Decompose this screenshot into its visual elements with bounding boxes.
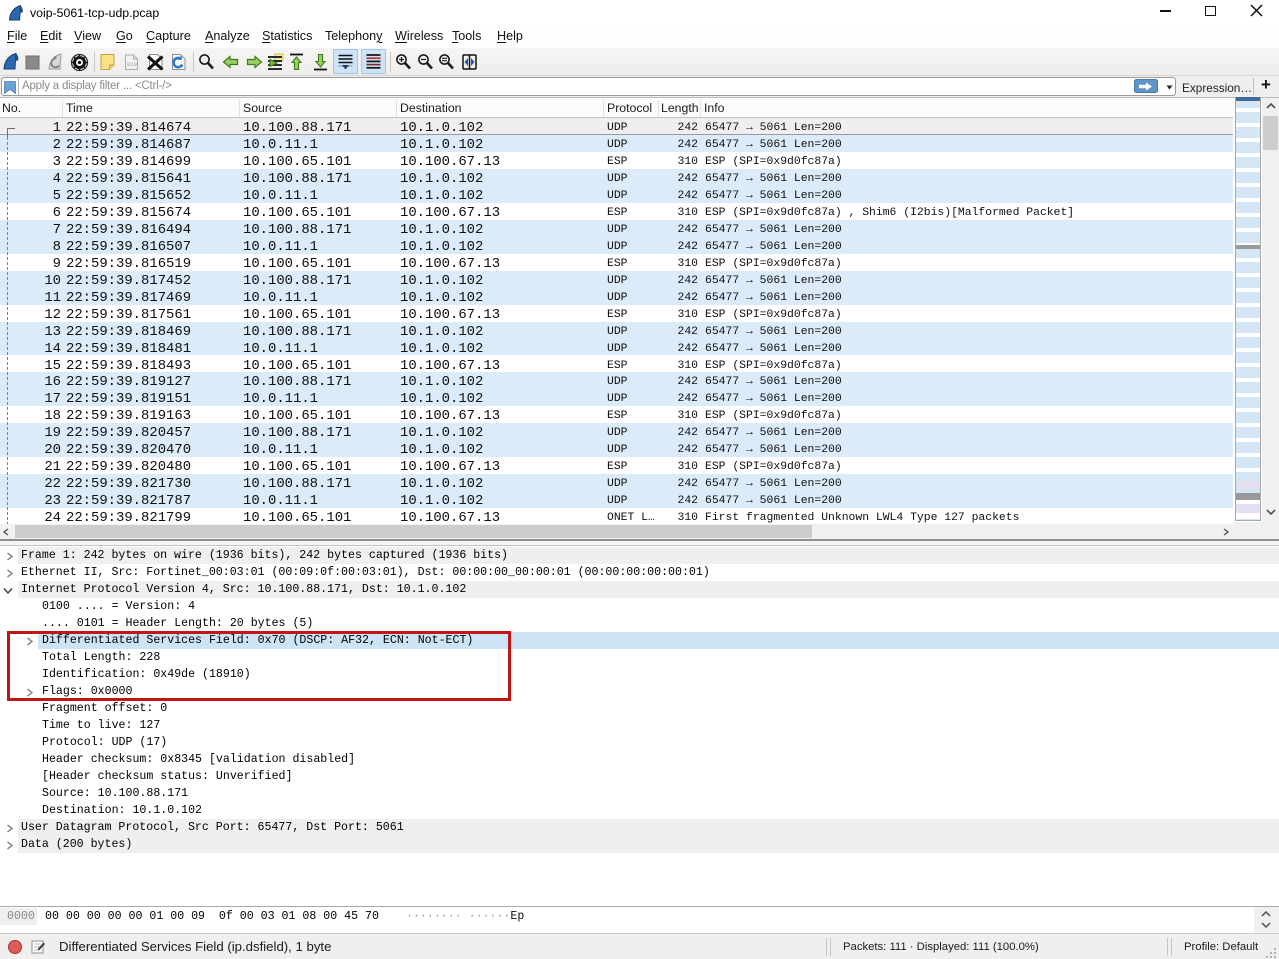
svg-text:010: 010	[127, 61, 137, 68]
